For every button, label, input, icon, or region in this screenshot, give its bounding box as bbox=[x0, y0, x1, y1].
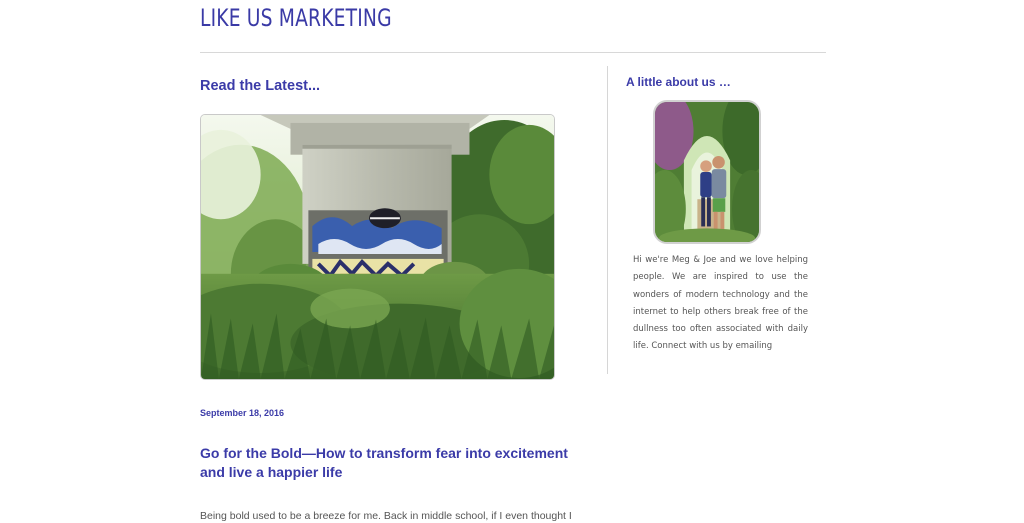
graffiti-underpass-photo bbox=[201, 115, 554, 379]
sidebar-heading: A little about us … bbox=[626, 75, 731, 89]
site-title[interactable]: LIKE US MARKETING bbox=[200, 4, 392, 32]
about-us-text: Hi we're Meg & Joe and we love helping p… bbox=[633, 255, 808, 352]
post-date: September 18, 2016 bbox=[200, 408, 285, 418]
header-divider bbox=[200, 52, 826, 53]
post-title-link[interactable]: Go for the Bold—How to transform fear in… bbox=[200, 444, 570, 482]
featured-post-image[interactable] bbox=[200, 114, 555, 380]
post-excerpt: Being bold used to be a breeze for me. B… bbox=[200, 510, 572, 522]
about-us-photo bbox=[653, 100, 761, 244]
column-divider bbox=[607, 66, 608, 374]
section-heading: Read the Latest... bbox=[200, 78, 321, 94]
couple-photo bbox=[655, 102, 759, 242]
